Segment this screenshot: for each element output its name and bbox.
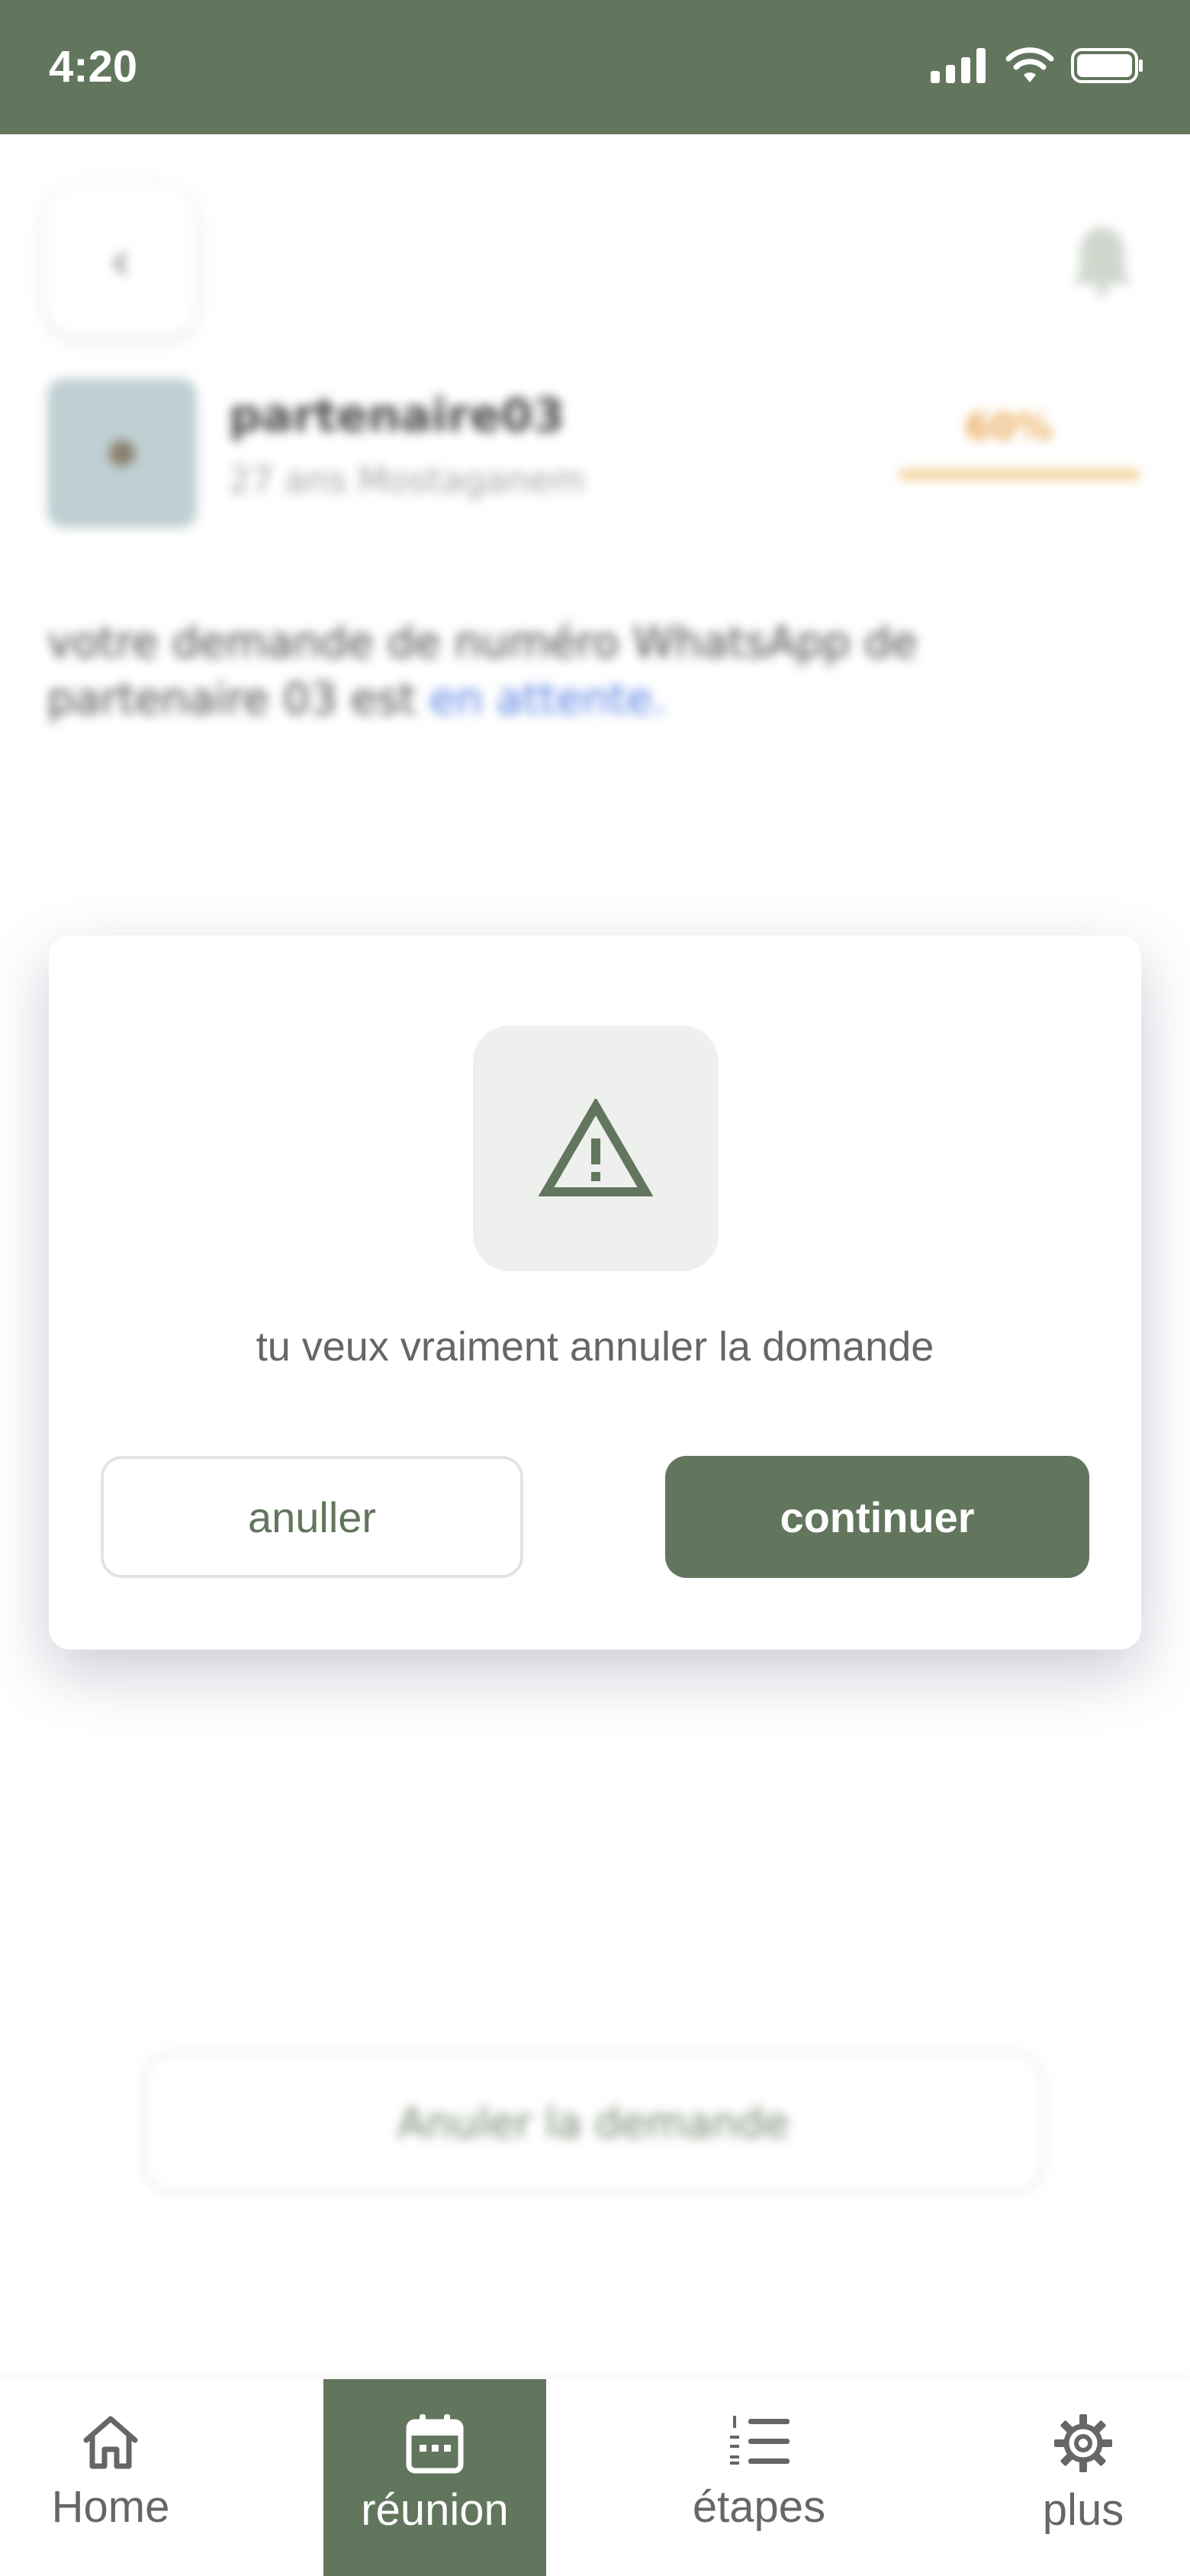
bottom-navigation: Home réunion étapes plus [0,2379,1190,2576]
wifi-icon [1005,47,1054,82]
warning-icon-container [473,1026,719,1271]
status-icons [931,47,1144,84]
nav-item-reunion[interactable]: réunion [323,2379,546,2576]
gear-icon [1054,2414,1112,2472]
dialog-message: tu veux vraiment annuler la domande [256,1324,934,1370]
home-icon [83,2416,138,2469]
nav-label-etapes: étapes [692,2482,826,2532]
status-time: 4:20 [49,42,138,92]
nav-label-plus: plus [1042,2485,1124,2535]
nav-label-reunion: réunion [361,2485,509,2535]
dialog-continue-button[interactable]: continuer [665,1456,1089,1578]
calendar-icon [406,2414,464,2474]
dialog-cancel-button[interactable]: anuller [101,1456,523,1578]
nav-item-etapes[interactable]: étapes [664,2379,854,2576]
signal-icon [931,48,986,83]
battery-icon [1071,48,1143,83]
numbered-list-icon [730,2416,790,2465]
nav-item-home[interactable]: Home [31,2379,191,2576]
nav-label-home: Home [51,2482,170,2532]
status-bar: 4:20 [0,0,1190,134]
nav-item-plus[interactable]: plus [1015,2379,1152,2576]
warning-triangle-icon [539,1099,653,1196]
confirm-dialog: tu veux vraiment annuler la domande anul… [49,935,1141,1650]
